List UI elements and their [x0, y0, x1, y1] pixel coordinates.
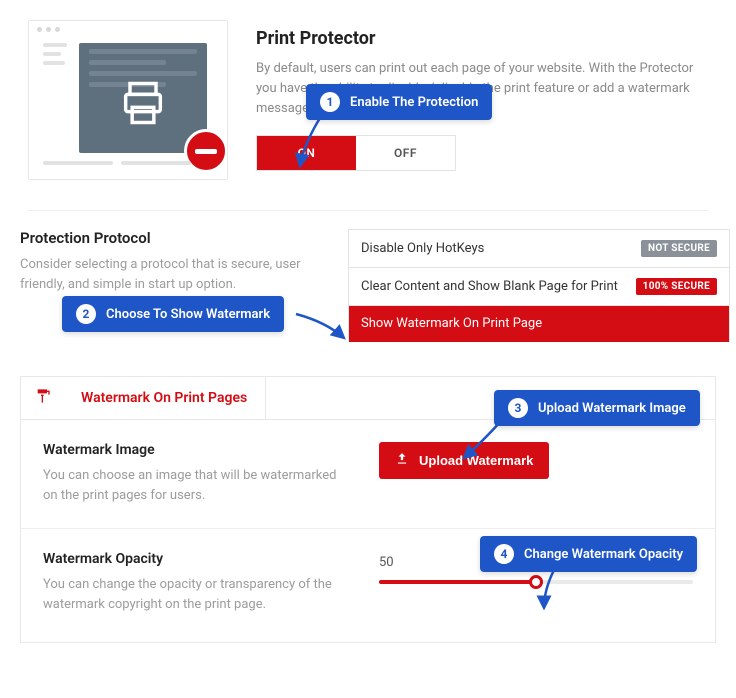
paint-roller-icon: [21, 388, 51, 408]
annotation-number: 2: [76, 304, 96, 324]
protocol-option-label: Show Watermark On Print Page: [361, 316, 542, 331]
opacity-slider[interactable]: [379, 580, 693, 584]
protocol-title: Protection Protocol: [20, 229, 330, 247]
annotation-number: 3: [508, 398, 528, 418]
upload-watermark-button[interactable]: Upload Watermark: [379, 442, 549, 479]
annotation-4: 4 Change Watermark Opacity: [480, 536, 697, 572]
upload-icon: [395, 452, 409, 469]
annotation-label: Enable The Protection: [350, 95, 478, 110]
watermark-opacity-desc: You can change the opacity or transparen…: [43, 575, 339, 615]
upload-button-label: Upload Watermark: [419, 453, 533, 468]
protocol-option-label: Clear Content and Show Blank Page for Pr…: [361, 279, 618, 294]
protocol-option-label: Disable Only HotKeys: [361, 241, 484, 256]
print-protector-illustration: [28, 20, 228, 180]
badge-secure: 100% SECURE: [636, 278, 717, 295]
opacity-slider-fill: [379, 580, 536, 584]
annotation-number: 4: [494, 544, 514, 564]
protocol-option-hotkeys[interactable]: Disable Only HotKeys NOT SECURE: [349, 230, 729, 268]
toggle-on-button[interactable]: ON: [257, 136, 356, 170]
protection-toggle: ON OFF: [256, 135, 456, 171]
page-title: Print Protector: [256, 28, 708, 49]
annotation-2: 2 Choose To Show Watermark: [62, 296, 284, 332]
annotation-label: Upload Watermark Image: [538, 401, 686, 416]
protocol-option-watermark[interactable]: Show Watermark On Print Page: [349, 306, 729, 342]
no-entry-icon: [184, 129, 228, 173]
watermark-section-divider: [21, 528, 715, 529]
toggle-off-button[interactable]: OFF: [356, 136, 455, 170]
protocol-option-blank[interactable]: Clear Content and Show Blank Page for Pr…: [349, 268, 729, 306]
watermark-image-desc: You can choose an image that will be wat…: [43, 466, 339, 506]
annotation-label: Choose To Show Watermark: [106, 307, 270, 322]
protocol-description: Consider selecting a protocol that is se…: [20, 255, 330, 294]
watermark-image-title: Watermark Image: [43, 442, 339, 458]
protocol-option-list: Disable Only HotKeys NOT SECURE Clear Co…: [348, 229, 730, 342]
annotation-label: Change Watermark Opacity: [524, 547, 683, 562]
tab-watermark[interactable]: Watermark On Print Pages: [63, 377, 266, 419]
annotation-3: 3 Upload Watermark Image: [494, 390, 700, 426]
badge-not-secure: NOT SECURE: [641, 240, 717, 257]
annotation-1: 1 Enable The Protection: [306, 84, 492, 120]
printer-icon: [117, 77, 169, 129]
annotation-number: 1: [320, 92, 340, 112]
watermark-opacity-title: Watermark Opacity: [43, 551, 339, 567]
opacity-slider-thumb[interactable]: [529, 575, 543, 589]
